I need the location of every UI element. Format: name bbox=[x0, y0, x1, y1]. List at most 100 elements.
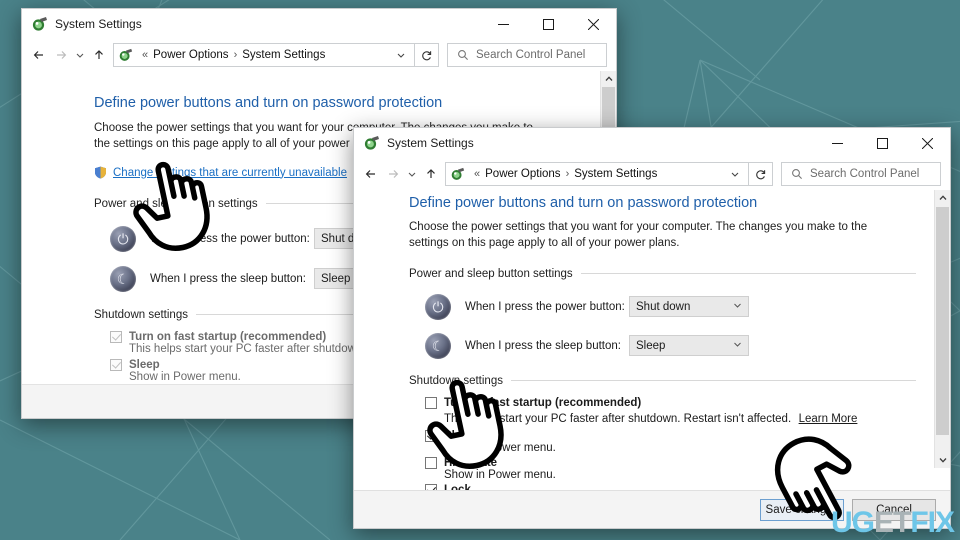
search-input[interactable]: Search Control Panel bbox=[447, 43, 607, 67]
up-arrow-icon[interactable] bbox=[420, 162, 442, 186]
group-header-shutdown: Shutdown settings bbox=[409, 375, 916, 387]
front-window-scrollbar[interactable] bbox=[934, 190, 950, 468]
refresh-icon[interactable] bbox=[749, 162, 773, 186]
close-button[interactable] bbox=[571, 9, 616, 39]
power-button-label: When I press the power button: bbox=[465, 300, 625, 313]
desktop: System Settings « Power Options › System… bbox=[0, 0, 960, 540]
group-header-shutdown-label: Shutdown settings bbox=[409, 374, 503, 387]
sleep-button-row: ☾ When I press the sleep button: Sleep bbox=[409, 332, 916, 359]
hibernate-description: Show in Power menu. bbox=[444, 468, 556, 481]
control-panel-icon bbox=[450, 167, 465, 182]
breadcrumb-system-settings[interactable]: System Settings bbox=[574, 168, 657, 180]
power-button-dropdown[interactable]: Shut down bbox=[629, 296, 749, 318]
fast-startup-label: Turn on fast startup (recommended) bbox=[129, 330, 327, 343]
front-window-system-settings[interactable]: System Settings « Power Options › System… bbox=[353, 127, 951, 529]
shield-icon bbox=[94, 166, 107, 179]
maximize-button[interactable] bbox=[860, 128, 905, 158]
breadcrumb[interactable]: « Power Options › System Settings bbox=[113, 43, 415, 67]
page-description: Choose the power settings that you want … bbox=[409, 221, 868, 250]
breadcrumb-system-settings[interactable]: System Settings bbox=[242, 49, 325, 61]
recent-locations-chevron-down-icon[interactable] bbox=[72, 43, 88, 67]
front-window-title: System Settings bbox=[387, 136, 474, 150]
search-placeholder: Search Control Panel bbox=[810, 168, 920, 180]
group-rule bbox=[580, 273, 916, 275]
checkbox-item[interactable]: Hibernate Show in Power menu. bbox=[425, 456, 916, 481]
watermark-e: E bbox=[873, 506, 894, 539]
breadcrumb-dropdown-chevron-down-icon[interactable] bbox=[722, 169, 748, 179]
minimize-button[interactable] bbox=[481, 9, 526, 39]
breadcrumb-separator: › bbox=[565, 168, 570, 180]
sleep-checkbox[interactable] bbox=[110, 358, 122, 371]
watermark-ug: UG bbox=[830, 506, 875, 539]
breadcrumb-chevrons: « bbox=[474, 168, 481, 180]
search-icon bbox=[457, 49, 469, 61]
group-rule bbox=[510, 380, 916, 382]
back-window-caption-buttons[interactable] bbox=[481, 9, 616, 39]
breadcrumb-power-options[interactable]: Power Options bbox=[485, 168, 560, 180]
fast-startup-checkbox[interactable] bbox=[110, 330, 122, 343]
breadcrumb-chevrons: « bbox=[142, 49, 149, 61]
forward-arrow-icon bbox=[382, 162, 404, 186]
group-header-power-sleep-label: Power and sleep button settings bbox=[409, 267, 573, 280]
page-title: Define power buttons and turn on passwor… bbox=[409, 195, 758, 211]
back-arrow-icon[interactable] bbox=[28, 43, 50, 67]
watermark-t: T bbox=[893, 506, 911, 539]
sleep-label: Sleep bbox=[444, 429, 475, 442]
up-arrow-icon[interactable] bbox=[88, 43, 110, 67]
sleep-button-dropdown-value: Sleep bbox=[636, 339, 666, 352]
maximize-button[interactable] bbox=[526, 9, 571, 39]
power-button-row: ⏻ When I press the power button: Shut do… bbox=[409, 293, 916, 320]
watermark-fix: FIX bbox=[910, 506, 955, 539]
recent-locations-chevron-down-icon[interactable] bbox=[404, 162, 420, 186]
close-button[interactable] bbox=[905, 128, 950, 158]
chevron-down-icon bbox=[733, 340, 742, 351]
sleep-button-dropdown[interactable]: Sleep bbox=[629, 335, 749, 357]
sleep-checkbox[interactable] bbox=[425, 429, 437, 442]
sleep-button-label: When I press the sleep button: bbox=[465, 339, 621, 352]
change-settings-link[interactable]: Change settings that are currently unava… bbox=[113, 165, 347, 181]
ugetfix-watermark: UGETFIX bbox=[830, 506, 955, 539]
control-panel-icon bbox=[118, 48, 133, 63]
back-arrow-icon[interactable] bbox=[360, 162, 382, 186]
sleep-button-icon: ☾ bbox=[110, 265, 136, 292]
chevron-down-icon bbox=[733, 301, 742, 312]
back-window-titlebar[interactable]: System Settings bbox=[22, 9, 616, 39]
breadcrumb-dropdown-chevron-down-icon[interactable] bbox=[388, 50, 414, 60]
breadcrumb-power-options[interactable]: Power Options bbox=[153, 49, 228, 61]
front-window-content: Define power buttons and turn on passwor… bbox=[354, 190, 950, 528]
learn-more-link[interactable]: Learn More bbox=[799, 413, 858, 425]
scroll-up-arrow-icon[interactable] bbox=[935, 190, 950, 206]
back-window-addressbar[interactable]: « Power Options › System Settings Search… bbox=[22, 39, 616, 71]
fast-startup-checkbox[interactable] bbox=[425, 396, 437, 409]
search-icon bbox=[791, 168, 803, 180]
search-placeholder: Search Control Panel bbox=[476, 49, 586, 61]
sleep-label: Sleep bbox=[129, 358, 160, 371]
sleep-button-label: When I press the sleep button: bbox=[150, 272, 306, 285]
scroll-up-arrow-icon[interactable] bbox=[601, 71, 616, 87]
back-window-title: System Settings bbox=[55, 17, 142, 31]
page-title: Define power buttons and turn on passwor… bbox=[94, 95, 443, 111]
power-button-icon: ⏻ bbox=[110, 225, 136, 252]
front-window-titlebar[interactable]: System Settings bbox=[354, 128, 950, 158]
fast-startup-description: This helps start your PC faster after sh… bbox=[444, 412, 792, 425]
system-settings-icon bbox=[31, 16, 48, 33]
breadcrumb-separator: › bbox=[233, 49, 238, 61]
scroll-down-arrow-icon[interactable] bbox=[935, 452, 950, 468]
power-button-icon: ⏻ bbox=[425, 293, 451, 320]
hibernate-checkbox[interactable] bbox=[425, 456, 437, 469]
system-settings-icon bbox=[363, 135, 380, 152]
minimize-button[interactable] bbox=[815, 128, 860, 158]
scrollbar-thumb[interactable] bbox=[936, 207, 949, 435]
power-button-dropdown-value: Shut down bbox=[636, 300, 691, 313]
group-header-shutdown-label: Shutdown settings bbox=[94, 308, 188, 321]
checkbox-item[interactable]: Turn on fast startup (recommended) This … bbox=[425, 396, 916, 427]
breadcrumb[interactable]: « Power Options › System Settings bbox=[445, 162, 749, 186]
fast-startup-label: Turn on fast startup (recommended) bbox=[444, 396, 642, 409]
front-window-caption-buttons[interactable] bbox=[815, 128, 950, 158]
search-input[interactable]: Search Control Panel bbox=[781, 162, 941, 186]
refresh-icon[interactable] bbox=[415, 43, 439, 67]
sleep-button-icon: ☾ bbox=[425, 332, 451, 359]
checkbox-item[interactable]: Sleep Show in Power menu. bbox=[425, 429, 916, 454]
front-window-addressbar[interactable]: « Power Options › System Settings Search… bbox=[354, 158, 950, 190]
hibernate-label: Hibernate bbox=[444, 456, 498, 469]
